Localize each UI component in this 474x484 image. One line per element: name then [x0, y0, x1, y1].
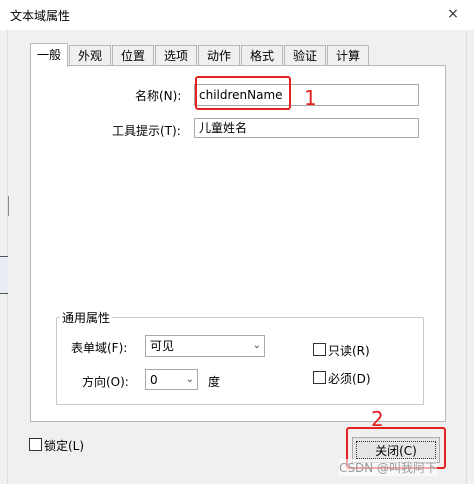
tab-calculate[interactable]: 计算: [327, 45, 369, 66]
direction-select[interactable]: 0 ⌄: [145, 369, 198, 390]
annotation-number-1: 1: [304, 86, 317, 110]
background-artifact: [0, 196, 9, 216]
required-checkbox[interactable]: [313, 371, 326, 384]
common-properties-group: [56, 317, 424, 405]
title-bar[interactable]: 文本域属性 ×: [0, 0, 474, 30]
required-label: 必须(D): [328, 372, 371, 386]
readonly-checkbox[interactable]: [313, 343, 326, 356]
form-field-value: 可见: [150, 339, 175, 353]
window-right-edge: [466, 30, 474, 484]
direction-label: 方向(O):: [82, 375, 129, 389]
lock-label: 锁定(L): [44, 439, 85, 453]
tab-appearance[interactable]: 外观: [69, 45, 111, 66]
background-artifact: [0, 256, 8, 294]
watermark: CSDN @叫我阿下: [339, 459, 438, 476]
chevron-down-icon: ⌄: [185, 374, 194, 385]
window-title: 文本域属性: [10, 9, 71, 23]
tab-position[interactable]: 位置: [112, 45, 154, 66]
annotation-box-1: [195, 76, 291, 110]
close-icon[interactable]: ×: [440, 6, 466, 24]
tab-format[interactable]: 格式: [241, 45, 283, 66]
common-properties-title: 通用属性: [60, 309, 113, 326]
tooltip-label: 工具提示(T):: [112, 124, 181, 138]
tab-validate[interactable]: 验证: [284, 45, 326, 66]
form-field-label: 表单域(F):: [71, 341, 128, 355]
readonly-label: 只读(R): [328, 344, 370, 358]
name-label: 名称(N):: [135, 89, 182, 103]
direction-unit: 度: [208, 375, 221, 389]
tab-options[interactable]: 选项: [155, 45, 197, 66]
dialog-window: 文本域属性 × 一般 外观 位置 选项 动作 格式 验证 计算 名称(N): c…: [0, 0, 474, 484]
tab-actions[interactable]: 动作: [198, 45, 240, 66]
form-field-select[interactable]: 可见 ⌄: [145, 335, 265, 357]
tab-general[interactable]: 一般: [30, 43, 68, 67]
tooltip-input[interactable]: 儿童姓名: [194, 118, 419, 138]
direction-value: 0: [150, 373, 158, 387]
lock-checkbox[interactable]: [29, 438, 42, 451]
chevron-down-icon: ⌄: [252, 340, 261, 351]
annotation-number-2: 2: [371, 407, 384, 431]
